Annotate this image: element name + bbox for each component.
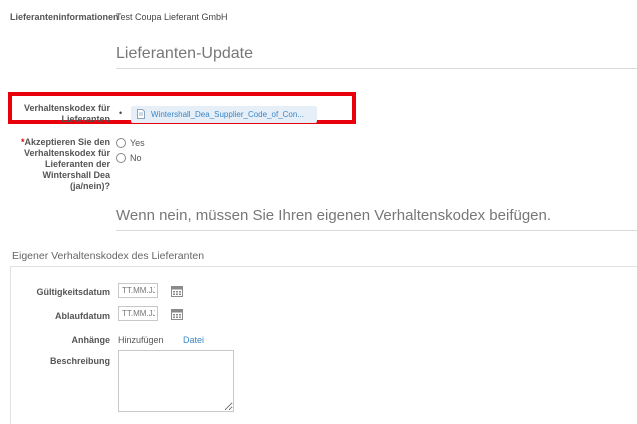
calendar-icon[interactable] xyxy=(171,307,183,325)
accept-label: *Akzeptieren Sie den Verhaltenskodex für… xyxy=(10,137,110,192)
description-textarea[interactable] xyxy=(118,350,234,412)
supplier-info-label: Lieferanteninformationen xyxy=(10,12,119,22)
radio-yes-label[interactable]: Yes xyxy=(130,138,145,148)
hint-text: Wenn nein, müssen Sie Ihren eigenen Verh… xyxy=(116,207,552,224)
attachments-add: Hinzufügen xyxy=(118,335,164,345)
radio-yes[interactable]: Yes xyxy=(116,137,145,149)
document-icon xyxy=(137,106,145,124)
code-of-conduct-file-link[interactable]: Wintershall_Dea_Supplier_Code_of_Con... xyxy=(151,110,304,119)
supplier-info-value: Test Coupa Lieferant GmbH xyxy=(116,12,228,22)
radio-no[interactable]: No xyxy=(116,152,145,164)
own-code-title: Eigener Verhaltenskodex des Lieferanten xyxy=(12,250,205,262)
radio-yes-circle[interactable] xyxy=(116,138,126,148)
section-divider xyxy=(116,68,637,69)
description-label: Beschreibung xyxy=(49,356,110,366)
expiry-label: Ablaufdatum xyxy=(55,311,110,321)
attachments-label: Anhänge xyxy=(71,335,110,345)
attachment-file-link[interactable]: Datei xyxy=(183,335,204,345)
section-title-supplier-update: Lieferanten-Update xyxy=(116,45,253,62)
accept-radio-group: Yes No xyxy=(116,137,145,164)
bullet: • xyxy=(119,108,123,118)
code-of-conduct-file-chip[interactable]: Wintershall_Dea_Supplier_Code_of_Con... xyxy=(131,106,317,123)
radio-no-circle[interactable] xyxy=(116,153,126,163)
accept-label-text: Akzeptieren Sie den Verhaltenskodex für … xyxy=(23,137,110,191)
code-of-conduct-label: Verhaltenskodex für Lieferanten xyxy=(23,103,110,124)
calendar-icon[interactable] xyxy=(171,284,183,302)
valid-from-input[interactable] xyxy=(118,283,158,298)
valid-from-label: Gültigkeitsdatum xyxy=(36,287,110,297)
hint-divider xyxy=(116,230,637,231)
radio-no-label[interactable]: No xyxy=(130,153,142,163)
expiry-input[interactable] xyxy=(118,306,158,321)
